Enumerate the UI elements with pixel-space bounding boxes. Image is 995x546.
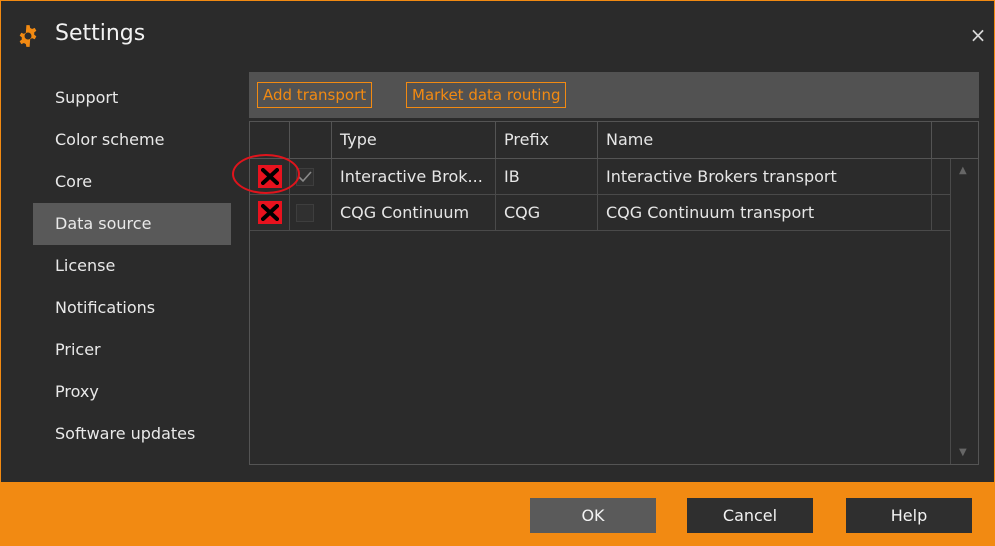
sidebar-item-proxy[interactable]: Proxy [33,371,231,413]
prefix-cell: IB [496,159,598,194]
header-prefix[interactable]: Prefix [496,122,598,158]
header-filler [932,122,978,158]
ok-button[interactable]: OK [530,498,656,533]
x-mark-icon [261,204,279,221]
gear-icon [19,25,37,47]
enabled-checkbox[interactable] [296,168,314,186]
sidebar-item-pricer[interactable]: Pricer [33,329,231,371]
prefix-cell: CQG [496,195,598,230]
close-button[interactable]: × [968,23,988,47]
market-data-routing-button[interactable]: Market data routing [406,82,567,108]
header-name[interactable]: Name [598,122,932,158]
settings-window: Settings × Support Color scheme Core Dat… [0,0,995,546]
sidebar-item-notifications[interactable]: Notifications [33,287,231,329]
delete-cell [250,159,290,194]
checkmark-icon [298,171,312,183]
transport-toolbar: Add transport Market data routing [249,72,979,118]
window-title: Settings [55,21,146,46]
vertical-scrollbar[interactable]: ▲ ▼ [950,159,978,464]
sidebar-item-data-source[interactable]: Data source [33,203,231,245]
help-button[interactable]: Help [846,498,972,533]
sidebar-item-software-updates[interactable]: Software updates [33,413,231,455]
triangle-up-icon[interactable]: ▲ [959,165,967,176]
delete-cell [250,195,290,230]
enabled-checkbox[interactable] [296,204,314,222]
table-row[interactable]: Interactive Brok... IB Interactive Broke… [250,159,950,195]
header-enabled-column [290,122,332,158]
triangle-down-icon[interactable]: ▼ [959,447,967,458]
enabled-cell [290,195,332,230]
add-transport-button[interactable]: Add transport [257,82,373,108]
sidebar-item-license[interactable]: License [33,245,231,287]
filler-cell [932,159,950,194]
cancel-button[interactable]: Cancel [687,498,813,533]
type-cell: CQG Continuum [332,195,496,230]
enabled-cell [290,159,332,194]
table-header: Type Prefix Name [250,122,978,159]
transport-table: Type Prefix Name Interactive Brok... IB … [249,121,979,465]
settings-sidebar: Support Color scheme Core Data source Li… [33,77,231,455]
sidebar-item-core[interactable]: Core [33,161,231,203]
name-cell: Interactive Brokers transport [598,159,932,194]
table-row[interactable]: CQG Continuum CQG CQG Continuum transpor… [250,195,950,231]
sidebar-item-support[interactable]: Support [33,77,231,119]
x-mark-icon [261,168,279,185]
filler-cell [932,195,950,230]
dialog-footer: OK Cancel Help [1,482,994,545]
type-cell: Interactive Brok... [332,159,496,194]
delete-transport-button[interactable] [258,201,282,224]
header-delete-column [250,122,290,158]
delete-transport-button[interactable] [258,165,282,188]
name-cell: CQG Continuum transport [598,195,932,230]
title-bar: Settings × [1,1,994,71]
sidebar-item-color-scheme[interactable]: Color scheme [33,119,231,161]
header-type[interactable]: Type [332,122,496,158]
